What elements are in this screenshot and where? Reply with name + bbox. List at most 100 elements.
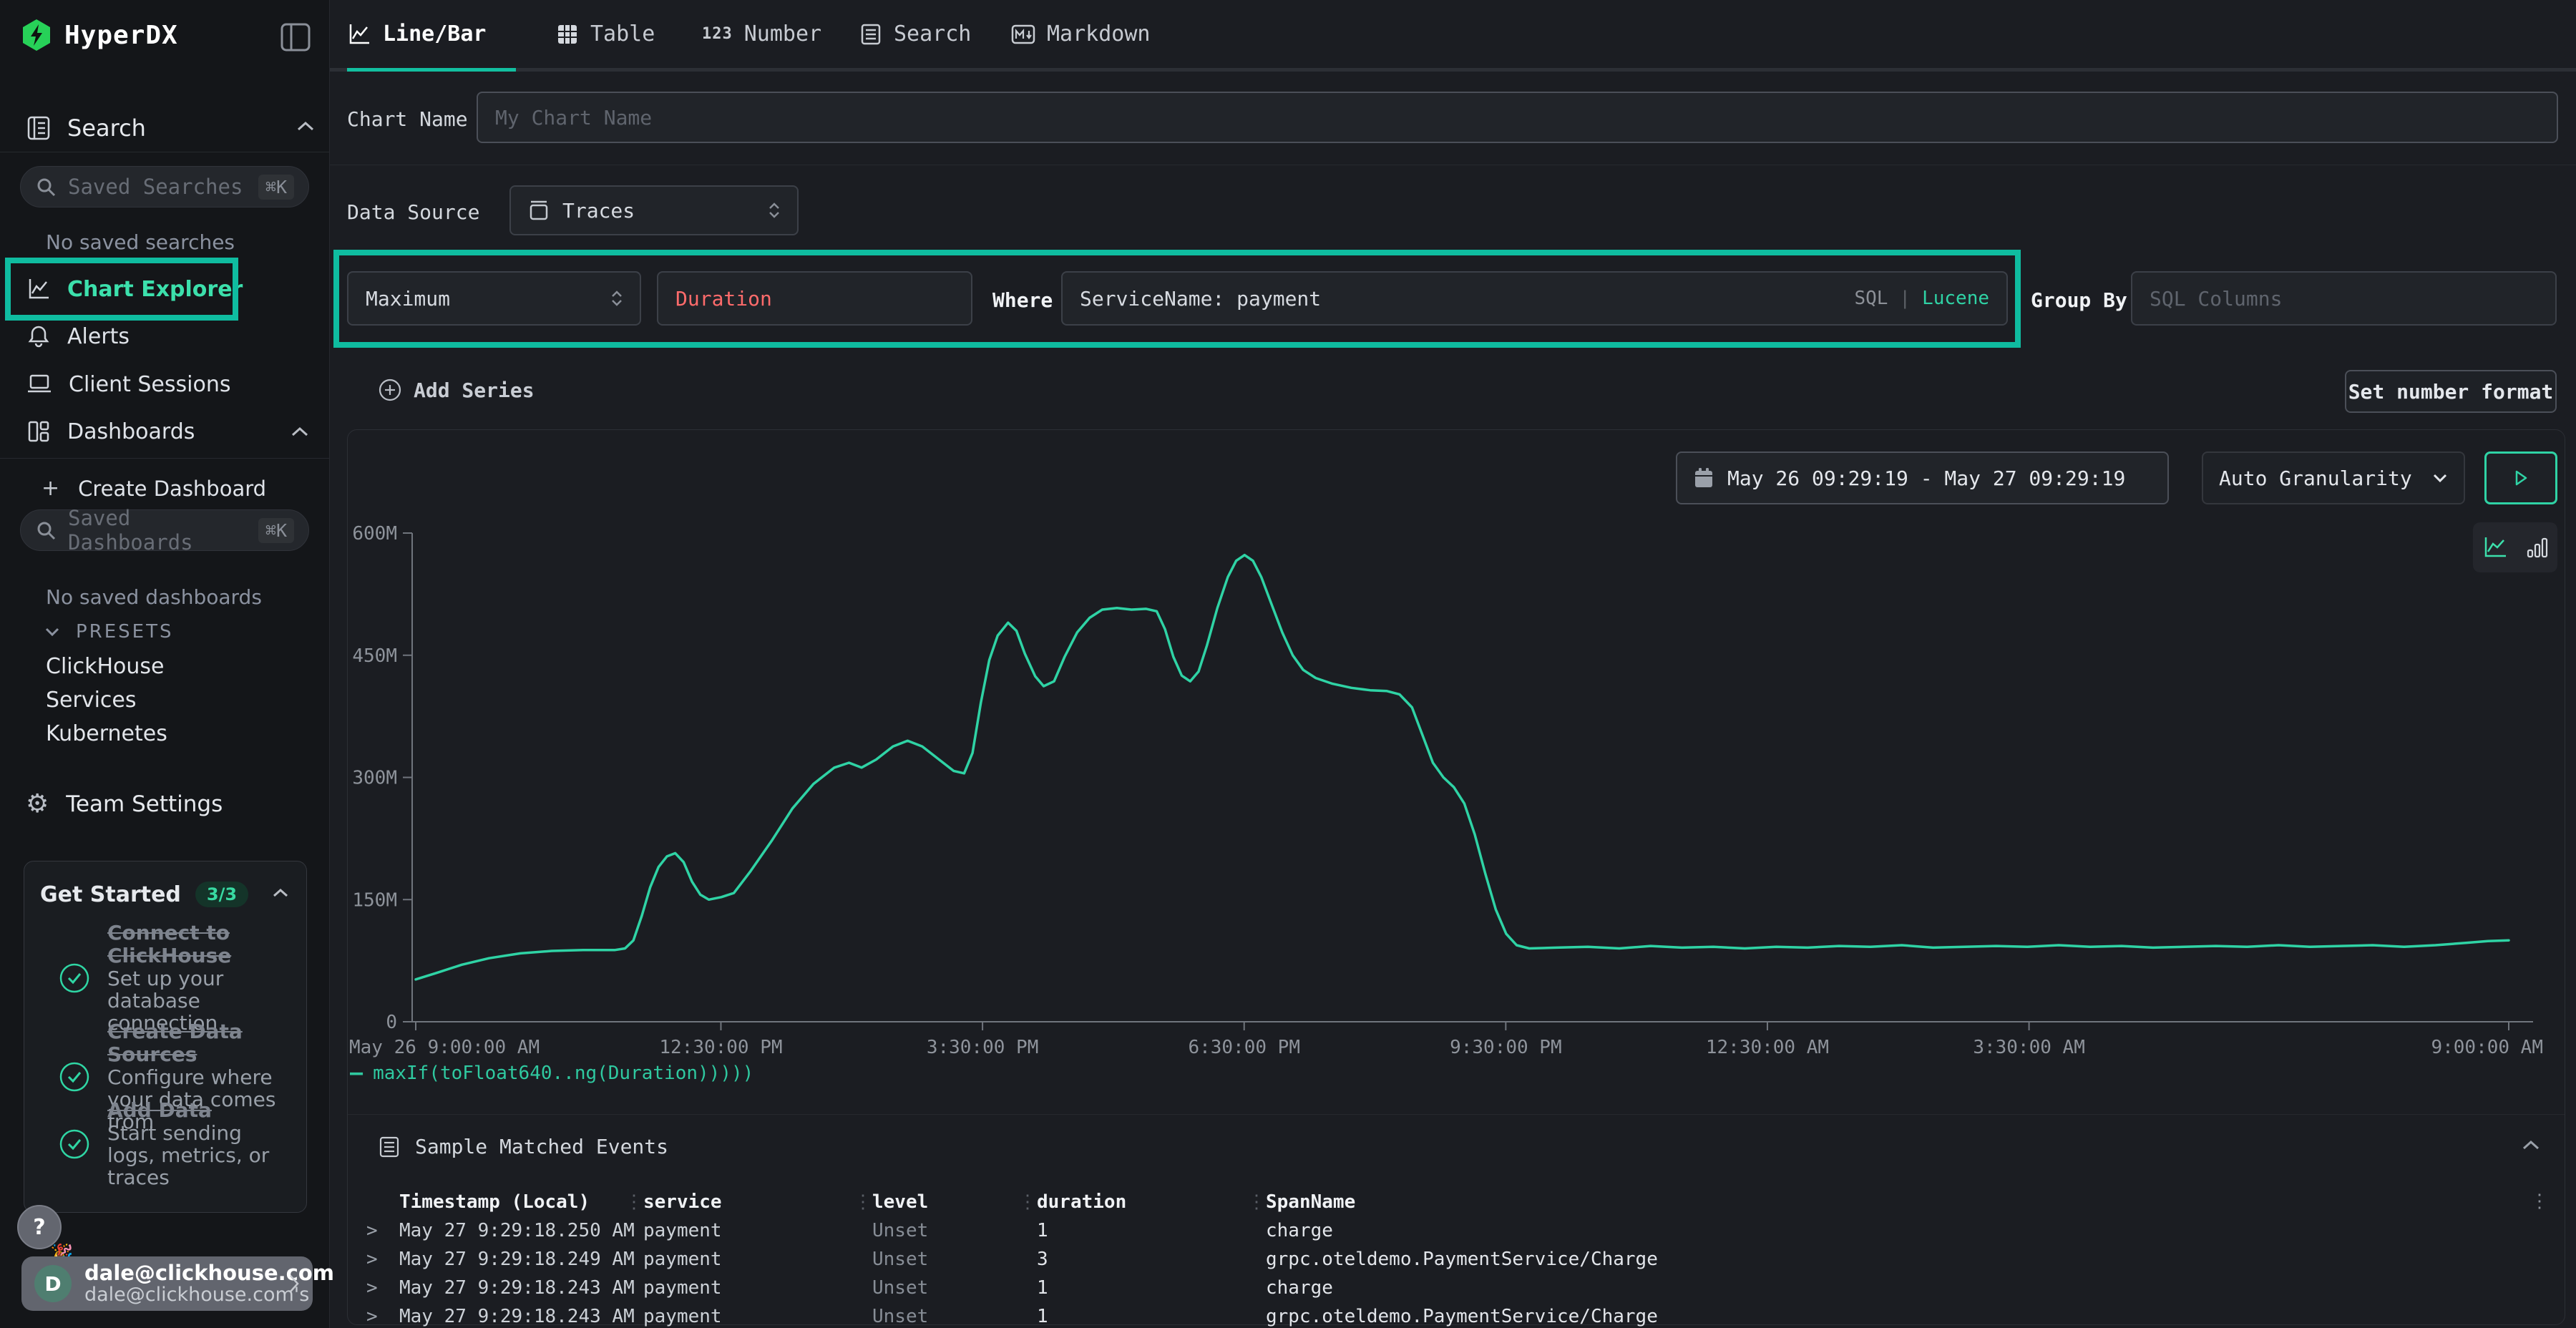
run-query-button[interactable] (2484, 451, 2557, 504)
tab-number[interactable]: 123 Number (702, 0, 821, 68)
get-started-item[interactable]: Add Data Start sending logs, metrics, or… (59, 1099, 295, 1188)
table-icon (556, 23, 579, 46)
app-root: HyperDX Search Saved Searches ⌘K No save… (0, 0, 2576, 1328)
table-cell: May 27 9:29:18.249 AM (399, 1249, 643, 1270)
row-expand-chevron[interactable]: > (366, 1306, 399, 1327)
data-source-select[interactable]: Traces (509, 185, 799, 235)
svg-text:12:30:00 AM: 12:30:00 AM (1706, 1037, 1829, 1058)
granularity-value: Auto Granularity (2219, 467, 2412, 490)
table-cell: grpc.oteldemo.PaymentService/Charge (1266, 1249, 2542, 1270)
gear-icon: ⚙ (26, 791, 49, 817)
preset-services[interactable]: Services (46, 688, 137, 713)
laptop-icon (26, 371, 53, 397)
table-row[interactable]: >May 27 9:29:18.249 AMpaymentUnset3grpc.… (366, 1245, 2542, 1274)
get-started-header[interactable]: Get Started 3/3 (40, 882, 248, 907)
sidebar-item-team-settings[interactable]: ⚙ Team Settings (26, 791, 223, 817)
timeseries-chart[interactable]: 0150M300M450M600MMay 26 9:00:00 AM12:30:… (347, 508, 2565, 1059)
get-started-item[interactable]: Connect to ClickHouse Set up your databa… (59, 922, 295, 1034)
preset-clickhouse[interactable]: ClickHouse (46, 654, 165, 679)
chevron-up-icon[interactable] (272, 887, 289, 898)
col-service[interactable]: service (643, 1191, 872, 1213)
user-menu[interactable]: D dale@clickhouse.com dale@clickhouse.co… (21, 1256, 313, 1311)
presets-toggle[interactable]: PRESETS (44, 621, 174, 643)
table-cell: Unset (872, 1220, 1037, 1241)
plus-icon: + (42, 478, 59, 499)
add-series-button[interactable]: Add Series (378, 378, 535, 402)
sidebar-collapse-icon[interactable] (280, 23, 311, 52)
list-icon (859, 23, 882, 46)
lucene-mode-toggle[interactable]: Lucene (1922, 288, 1989, 309)
table-cell: 1 (1037, 1306, 1266, 1327)
aggregation-select[interactable]: Maximum (347, 271, 641, 326)
sidebar-item-alerts[interactable]: Alerts (0, 316, 329, 357)
events-panel-title: Sample Matched Events (415, 1135, 668, 1158)
date-range-picker[interactable]: May 26 09:29:19 - May 27 09:29:19 (1676, 451, 2169, 504)
dashboard-grid-icon (26, 419, 52, 444)
table-cell: 3 (1037, 1249, 1266, 1270)
line-chart-icon (26, 276, 52, 302)
collapse-chevron-icon[interactable] (2522, 1139, 2540, 1151)
tab-search[interactable]: Search (859, 0, 971, 68)
col-timestamp[interactable]: Timestamp (Local) (399, 1191, 643, 1213)
bell-icon (26, 323, 52, 349)
chart-name-input[interactable]: My Chart Name (477, 92, 2558, 143)
table-cell: May 27 9:29:18.243 AM (399, 1277, 643, 1299)
col-level[interactable]: level (872, 1191, 1037, 1213)
chevron-right-icon (288, 1274, 300, 1294)
sidebar-item-dashboards[interactable]: Dashboards (0, 411, 329, 452)
saved-dashboards-input[interactable]: Saved Dashboards ⌘K (20, 509, 309, 551)
line-bar-icon (347, 22, 371, 47)
check-circle-icon (59, 962, 90, 994)
granularity-select[interactable]: Auto Granularity (2202, 451, 2465, 504)
tab-label: Number (744, 21, 821, 47)
table-cell: 1 (1037, 1220, 1266, 1241)
sidebar-item-chart-explorer[interactable]: Chart Explorer (0, 268, 329, 310)
tab-table[interactable]: Table (556, 0, 655, 68)
field-input[interactable]: Duration (657, 271, 972, 326)
tab-markdown[interactable]: Markdown (1011, 0, 1151, 68)
help-button[interactable]: ? (17, 1205, 62, 1249)
sidebar-section-search[interactable]: Search (26, 114, 146, 142)
chevron-up-icon[interactable] (296, 120, 315, 132)
legend-swatch: — (350, 1060, 363, 1085)
logo: HyperDX (21, 19, 178, 52)
sidebar-item-label: Dashboards (67, 419, 195, 444)
preset-kubernetes[interactable]: Kubernetes (46, 721, 167, 746)
table-row[interactable]: >May 27 9:29:18.243 AMpaymentUnset1grpc.… (366, 1302, 2542, 1328)
set-number-format-button[interactable]: Set number format (2345, 370, 2557, 413)
chevron-up-icon[interactable] (291, 426, 309, 437)
create-dashboard-button[interactable]: + Create Dashboard (42, 477, 266, 501)
tab-rail (330, 68, 2576, 72)
table-row[interactable]: >May 27 9:29:18.243 AMpaymentUnset1charg… (366, 1274, 2542, 1302)
row-expand-chevron[interactable]: > (366, 1220, 399, 1241)
group-by-input[interactable]: SQL Columns (2131, 271, 2557, 326)
table-options-kebab-icon[interactable]: ⋮ (2530, 1191, 2549, 1212)
col-spanname[interactable]: SpanName (1266, 1191, 2542, 1213)
events-table-body: >May 27 9:29:18.250 AMpaymentUnset1charg… (366, 1216, 2542, 1328)
hyperdx-logo-icon (21, 19, 52, 52)
check-circle-icon (59, 1061, 90, 1093)
table-cell: grpc.oteldemo.PaymentService/Charge (1266, 1306, 2542, 1327)
table-cell: payment (643, 1277, 872, 1299)
sidebar: HyperDX Search Saved Searches ⌘K No save… (0, 0, 330, 1328)
col-duration[interactable]: duration (1037, 1191, 1266, 1213)
avatar: D (34, 1265, 72, 1302)
svg-text:6:30:00 PM: 6:30:00 PM (1188, 1037, 1300, 1058)
journal-icon (26, 115, 52, 141)
sidebar-item-client-sessions[interactable]: Client Sessions (0, 363, 329, 405)
events-table-header: Timestamp (Local) service level duration… (366, 1188, 2542, 1216)
events-panel-header[interactable]: Sample Matched Events (378, 1135, 668, 1158)
check-circle-icon (59, 1128, 90, 1160)
tab-line-bar[interactable]: Line/Bar (347, 0, 487, 68)
row-expand-chevron[interactable]: > (366, 1277, 399, 1299)
where-query-input[interactable]: ServiceName: payment SQL | Lucene (1061, 271, 2008, 326)
tab-active-indicator (347, 68, 516, 72)
saved-searches-input[interactable]: Saved Searches ⌘K (20, 166, 309, 208)
table-row[interactable]: >May 27 9:29:18.250 AMpaymentUnset1charg… (366, 1216, 2542, 1245)
create-dashboard-label: Create Dashboard (78, 477, 266, 501)
get-started-title: Get Started (40, 882, 181, 907)
date-range-value: May 26 09:29:19 - May 27 09:29:19 (1727, 467, 2125, 490)
sql-mode-toggle[interactable]: SQL (1854, 288, 1888, 309)
plus-circle-icon (378, 378, 402, 402)
row-expand-chevron[interactable]: > (366, 1249, 399, 1270)
